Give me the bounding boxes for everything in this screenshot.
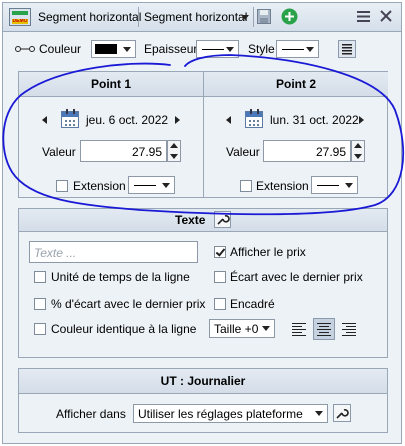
pct-ecart-label: % d'écart avec le dernier prix (51, 297, 206, 311)
afficher-prix-checkbox[interactable] (214, 246, 226, 258)
point1-valeur-input[interactable]: 27.95 (80, 140, 167, 162)
couleur-picker[interactable] (91, 40, 136, 58)
texte-header-bar: Texte (19, 209, 387, 232)
calendar-icon[interactable] (245, 109, 263, 128)
wrench-icon[interactable] (333, 404, 351, 422)
align-center-icon[interactable] (313, 318, 335, 340)
point2-valeur-input[interactable]: 27.95 (263, 140, 351, 162)
next-date-arrow-icon[interactable] (359, 116, 364, 124)
segment-horizontal-dialog: DEMO Segment horizontal Segment horizont… (2, 2, 402, 444)
chevron-up-icon[interactable] (354, 143, 362, 148)
point2-extension-label: Extension (256, 179, 309, 193)
menu-icon[interactable] (357, 11, 370, 22)
afficher-prix-label: Afficher le prix (230, 245, 306, 259)
pct-ecart-checkbox[interactable] (34, 298, 46, 310)
chevron-down-icon (226, 47, 234, 52)
color-swatch (95, 44, 117, 54)
chevron-down-icon[interactable] (170, 154, 178, 159)
style-label: Style (248, 42, 275, 56)
point1-valeur-label: Valeur (42, 145, 76, 159)
encadre-label: Encadré (230, 297, 275, 311)
point1-extension-checkbox[interactable] (56, 180, 68, 192)
prev-date-arrow-icon[interactable] (42, 116, 47, 124)
epaisseur-label: Epaisseur (144, 42, 198, 56)
unite-temps-label: Unité de temps de la ligne (51, 270, 190, 284)
close-icon[interactable] (380, 10, 392, 22)
point2-valeur-stepper[interactable] (351, 140, 365, 162)
chevron-down-icon (162, 183, 170, 188)
dialog-toolbar: DEMO Segment horizontal Segment horizont… (3, 3, 401, 32)
couleur-identique-label: Couleur identique à la ligne (51, 322, 197, 336)
align-left-icon[interactable] (289, 318, 311, 340)
point2-valeur-label: Valeur (226, 145, 260, 159)
logo-text: DEMO (12, 19, 28, 24)
point2-header: Point 2 (203, 72, 388, 97)
chevron-down-icon[interactable] (354, 154, 362, 159)
chevron-down-icon (241, 15, 249, 20)
ecart-dernier-prix-label: Écart avec le dernier prix (230, 270, 363, 284)
list-settings-icon[interactable] (338, 40, 356, 58)
encadre-checkbox[interactable] (214, 298, 226, 310)
afficher-dans-select[interactable]: Utiliser les réglages plateforme (133, 404, 328, 423)
afficher-dans-label: Afficher dans (56, 407, 126, 421)
point2-extension-select[interactable] (311, 176, 358, 194)
texte-placeholder: Texte ... (34, 246, 77, 260)
points-panel: Point 1 Point 2 jeu. 6 oct. 2022 Valeur … (18, 71, 388, 198)
calendar-icon[interactable] (61, 109, 79, 128)
align-right-icon[interactable] (338, 318, 360, 340)
unite-temps-checkbox[interactable] (34, 271, 46, 283)
point2-date[interactable]: lun. 31 oct. 2022 (270, 113, 359, 127)
drawing-type-title: Segment horizontal (38, 10, 142, 24)
prev-date-arrow-icon[interactable] (226, 116, 231, 124)
point1-extension-select[interactable] (128, 176, 175, 194)
chevron-down-icon (123, 47, 131, 52)
point1-valeur-stepper[interactable] (167, 140, 181, 162)
demo-logo-icon: DEMO (9, 8, 31, 26)
wrench-icon[interactable] (214, 211, 231, 228)
next-date-arrow-icon[interactable] (175, 116, 180, 124)
ut-panel: UT : Journalier Afficher dans Utiliser l… (18, 368, 388, 433)
couleur-identique-checkbox[interactable] (34, 323, 46, 335)
afficher-dans-value: Utiliser les réglages plateforme (138, 407, 303, 421)
taille-select[interactable]: Taille +0 (209, 319, 275, 338)
ut-header: UT : Journalier (19, 369, 387, 394)
save-icon[interactable] (257, 9, 271, 24)
taille-value: Taille +0 (214, 322, 259, 336)
point1-extension-label: Extension (73, 179, 126, 193)
point1-date[interactable]: jeu. 6 oct. 2022 (86, 113, 168, 127)
ecart-dernier-prix-checkbox[interactable] (214, 271, 226, 283)
drawing-type-combo-value: Segment horizontal (144, 10, 248, 24)
point1-valeur-value: 27.95 (131, 145, 162, 159)
style-select[interactable] (276, 40, 319, 58)
texte-header: Texte (175, 213, 206, 227)
chevron-up-icon[interactable] (170, 143, 178, 148)
couleur-label: Couleur (39, 42, 82, 56)
texte-panel: Texte Texte ... Afficher le prix Unité d… (18, 208, 388, 358)
chevron-down-icon (262, 326, 270, 331)
chevron-down-icon (345, 183, 353, 188)
point1-header: Point 1 (19, 72, 203, 97)
line-tool-icon (15, 46, 35, 52)
texte-input[interactable]: Texte ... (29, 241, 198, 263)
drawing-type-combo[interactable]: Segment horizontal (141, 6, 251, 28)
chevron-down-icon (315, 411, 323, 416)
chevron-down-icon (306, 47, 314, 52)
point2-valeur-value: 27.95 (315, 145, 346, 159)
epaisseur-select[interactable] (196, 40, 239, 58)
add-icon[interactable] (281, 8, 298, 25)
point2-extension-checkbox[interactable] (240, 180, 252, 192)
